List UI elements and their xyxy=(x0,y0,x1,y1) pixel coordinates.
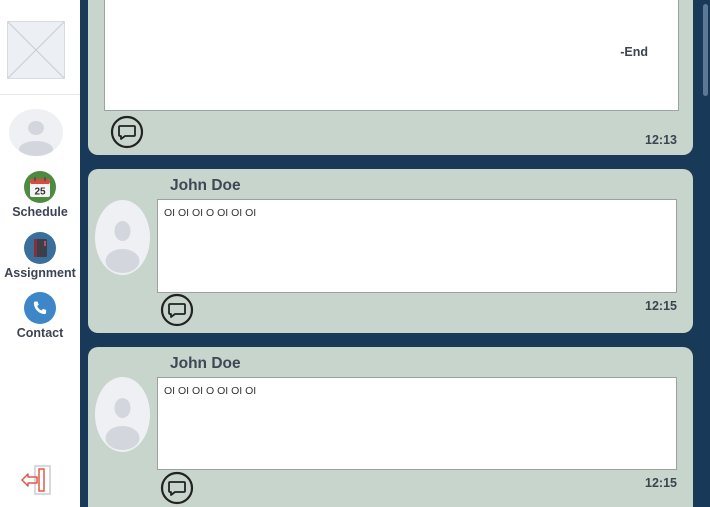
sidebar-item-schedule[interactable]: 25 Schedule xyxy=(0,171,80,219)
user-avatar-icon xyxy=(95,200,150,275)
sidebar: 25 Schedule Assignment Contact xyxy=(0,0,80,507)
scrollbar[interactable] xyxy=(701,0,710,507)
phone-icon xyxy=(24,292,56,324)
message-card: John Doe OI OI OI O OI OI OI 12:15 xyxy=(88,169,693,333)
message-time: 12:15 xyxy=(645,476,677,490)
sidebar-divider xyxy=(0,94,80,95)
message-time: 12:15 xyxy=(645,299,677,313)
reply-button[interactable] xyxy=(160,471,194,505)
scrollbar-thumb[interactable] xyxy=(703,4,708,96)
image-placeholder-icon xyxy=(7,21,65,79)
message-text-box: OI OI OI O OI OI OI xyxy=(157,377,677,470)
notebook-icon xyxy=(24,232,56,264)
logout-icon[interactable] xyxy=(19,464,53,496)
message-text-box: -End xyxy=(104,0,679,111)
message-author: John Doe xyxy=(170,355,241,372)
sidebar-item-contact[interactable]: Contact xyxy=(0,292,80,340)
message-end-text: -End xyxy=(620,45,648,59)
reply-button[interactable] xyxy=(110,115,144,149)
sidebar-item-label: Contact xyxy=(16,326,64,340)
calendar-icon: 25 xyxy=(24,171,56,203)
reply-button[interactable] xyxy=(160,293,194,327)
sidebar-item-label: Assignment xyxy=(4,266,76,280)
user-avatar-icon xyxy=(95,377,150,452)
sidebar-item-assignment[interactable]: Assignment xyxy=(0,232,80,280)
user-avatar-icon[interactable] xyxy=(9,109,63,156)
message-text: OI OI OI O OI OI OI xyxy=(164,385,257,397)
message-card: John Doe OI OI OI O OI OI OI 12:15 xyxy=(88,347,693,507)
calendar-day-text: 25 xyxy=(34,187,46,198)
chat-bubble-icon xyxy=(110,115,144,149)
sidebar-item-label: Schedule xyxy=(12,205,68,219)
chat-bubble-icon xyxy=(160,471,194,505)
message-card: -End 12:13 xyxy=(88,0,693,155)
message-author: John Doe xyxy=(170,177,241,194)
message-time: 12:13 xyxy=(645,133,677,147)
chat-bubble-icon xyxy=(160,293,194,327)
message-text: OI OI OI O OI OI OI xyxy=(164,207,257,219)
message-text-box: OI OI OI O OI OI OI xyxy=(157,199,677,293)
